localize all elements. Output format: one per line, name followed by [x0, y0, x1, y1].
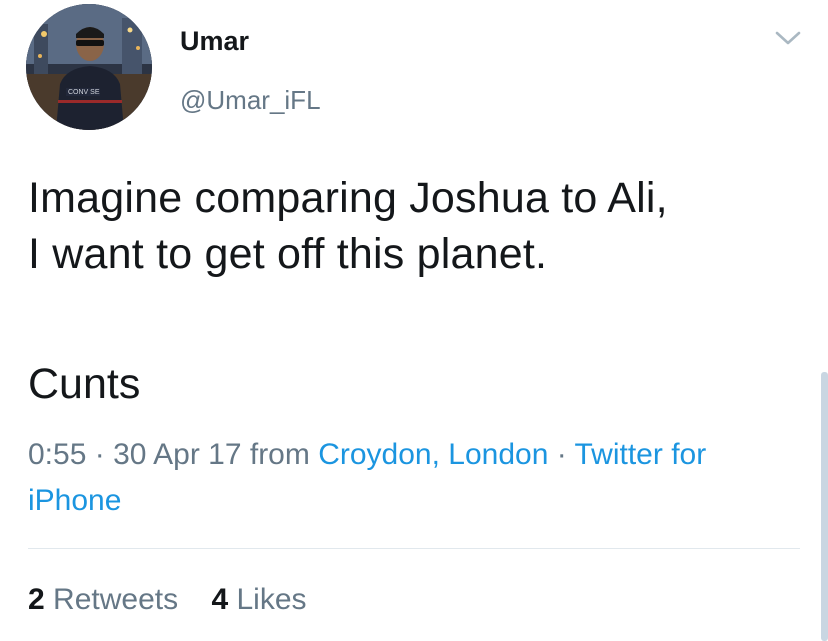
likes-count: 4 — [211, 583, 229, 616]
likes-label: Likes — [236, 583, 307, 616]
from-label: from — [249, 438, 310, 471]
location-link[interactable]: Croydon, London — [318, 438, 548, 471]
chevron-down-icon[interactable] — [774, 28, 802, 48]
retweets-count: 2 — [28, 583, 45, 616]
meta-separator: · — [94, 438, 105, 471]
tweet-card: CONV SE Umar @Umar_iFL Imagine comparing… — [0, 0, 828, 641]
tweet-meta: 0:55 · 30 Apr 17 from Croydon, London · … — [28, 432, 788, 524]
avatar[interactable]: CONV SE — [26, 4, 152, 130]
divider — [28, 548, 800, 549]
retweets-stat[interactable]: 2 Retweets — [28, 583, 186, 616]
author-handle[interactable]: @Umar_iFL — [180, 84, 321, 116]
likes-stat[interactable]: 4 Likes — [211, 583, 306, 616]
avatar-shirt-text: CONV SE — [68, 89, 100, 96]
avatar-image: CONV SE — [26, 4, 152, 130]
tweet-time[interactable]: 0:55 — [28, 438, 86, 471]
scrollbar[interactable] — [821, 372, 828, 641]
tweet-text-second-paragraph: Cunts — [28, 360, 141, 408]
retweets-label: Retweets — [53, 583, 179, 616]
meta-separator: · — [556, 438, 567, 471]
tweet-text: Imagine comparing Joshua to Ali, I want … — [28, 174, 668, 278]
tweet-date[interactable]: 30 Apr 17 — [113, 438, 241, 471]
tweet-stats: 2 Retweets 4 Likes — [28, 580, 307, 620]
author-name[interactable]: Umar — [180, 24, 249, 58]
